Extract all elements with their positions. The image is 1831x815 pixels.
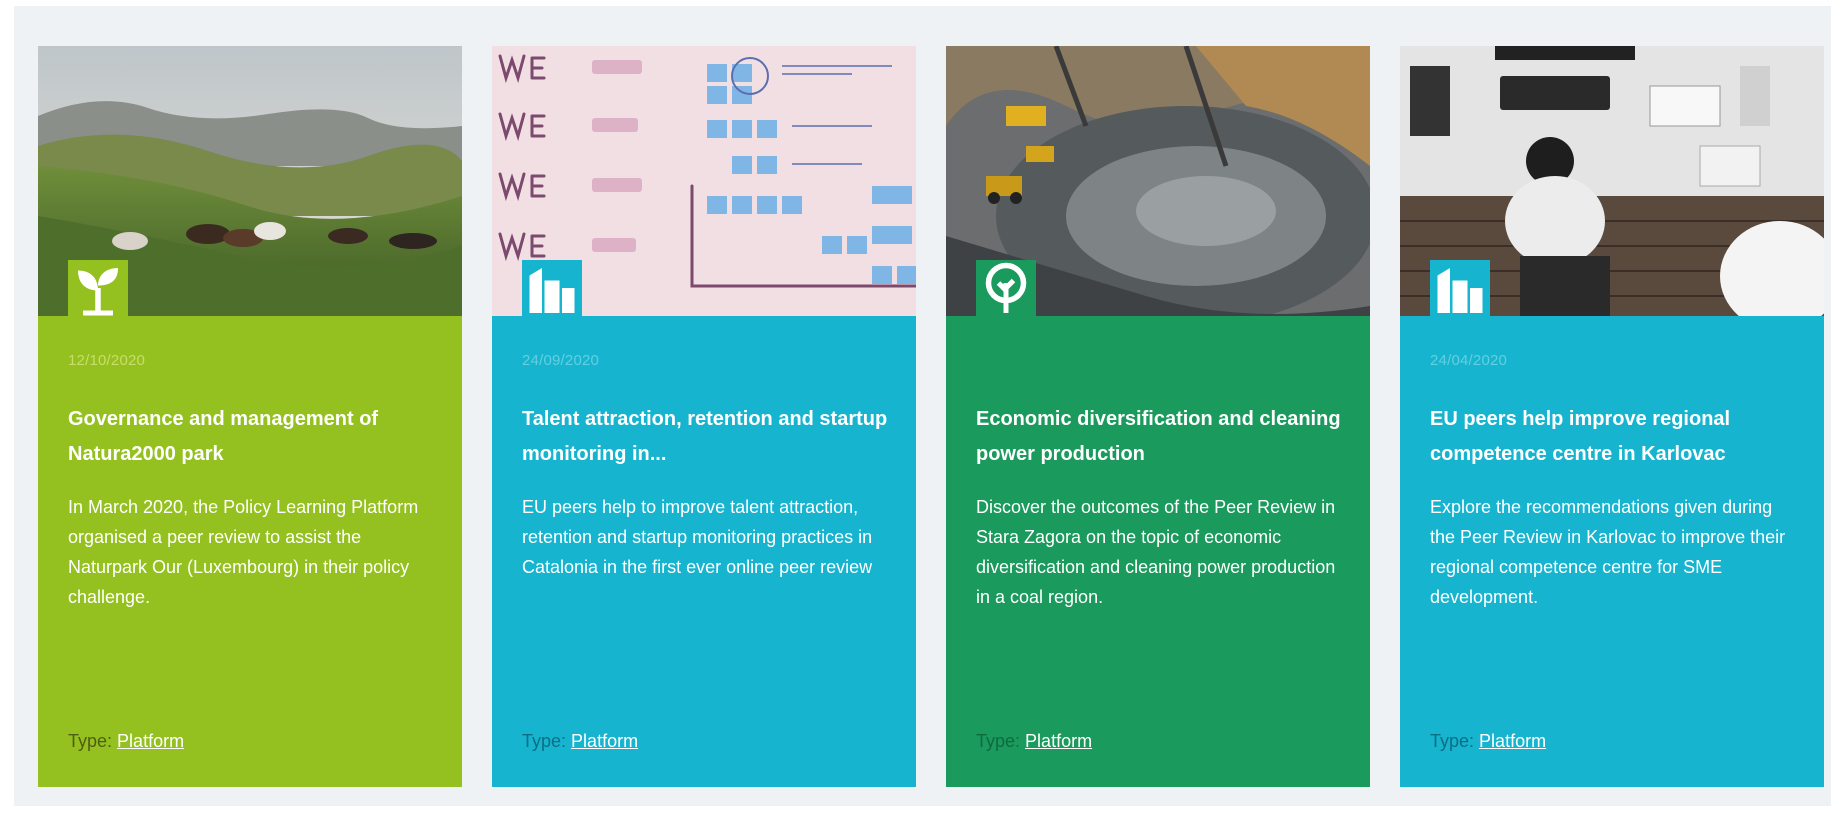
card-type: Type: Platform bbox=[68, 731, 184, 752]
card-description: Discover the outcomes of the Peer Review… bbox=[976, 497, 1336, 607]
card-date: 24/09/2020 bbox=[522, 352, 600, 369]
card-description: EU peers help to improve talent attracti… bbox=[522, 497, 873, 577]
card-title[interactable]: Economic diversification and cleaning po… bbox=[976, 402, 1346, 472]
card-image-whiteboard[interactable] bbox=[492, 46, 916, 316]
card-image-office[interactable] bbox=[1400, 46, 1824, 316]
card-date: 12/10/2020 bbox=[68, 352, 146, 369]
type-label: Type: bbox=[976, 731, 1021, 751]
card-type: Type: Platform bbox=[976, 731, 1092, 752]
card-type: Type: Platform bbox=[1430, 731, 1546, 752]
type-label: Type: bbox=[522, 731, 567, 751]
category-badge bbox=[1430, 260, 1490, 316]
card-image-quarry[interactable] bbox=[946, 46, 1370, 316]
type-link-platform[interactable]: Platform bbox=[1025, 731, 1092, 751]
category-badge bbox=[68, 260, 128, 316]
type-label: Type: bbox=[68, 731, 113, 751]
type-link-platform[interactable]: Platform bbox=[571, 731, 638, 751]
card-description: In March 2020, the Policy Learning Platf… bbox=[68, 497, 419, 607]
card-date: 24/04/2020 bbox=[1430, 352, 1508, 369]
category-badge bbox=[976, 260, 1036, 316]
news-card-economic-diversification[interactable]: Economic diversification and cleaning po… bbox=[946, 46, 1370, 787]
category-badge bbox=[522, 260, 582, 316]
type-label: Type: bbox=[1430, 731, 1475, 751]
news-card-talent-attraction[interactable]: 24/09/2020 Talent attraction, retention … bbox=[492, 46, 916, 787]
news-card-karlovac[interactable]: 24/04/2020 EU peers help improve regiona… bbox=[1400, 46, 1824, 787]
card-title[interactable]: EU peers help improve regional competenc… bbox=[1430, 402, 1800, 472]
card-type: Type: Platform bbox=[522, 731, 638, 752]
card-image-landscape[interactable] bbox=[38, 46, 462, 316]
news-panel: 12/10/2020 Governance and management of … bbox=[14, 6, 1831, 806]
type-link-platform[interactable]: Platform bbox=[117, 731, 184, 751]
buildings-icon bbox=[529, 268, 575, 313]
sprout-icon bbox=[78, 268, 118, 316]
card-title[interactable]: Governance and management of Natura2000 … bbox=[68, 402, 438, 472]
card-title[interactable]: Talent attraction, retention and startup… bbox=[522, 402, 892, 472]
card-description: Explore the recommendations given during… bbox=[1430, 497, 1786, 607]
tree-icon bbox=[985, 262, 1027, 313]
type-link-platform[interactable]: Platform bbox=[1479, 731, 1546, 751]
buildings-icon bbox=[1437, 268, 1483, 313]
news-card-natura2000[interactable]: 12/10/2020 Governance and management of … bbox=[38, 46, 462, 787]
